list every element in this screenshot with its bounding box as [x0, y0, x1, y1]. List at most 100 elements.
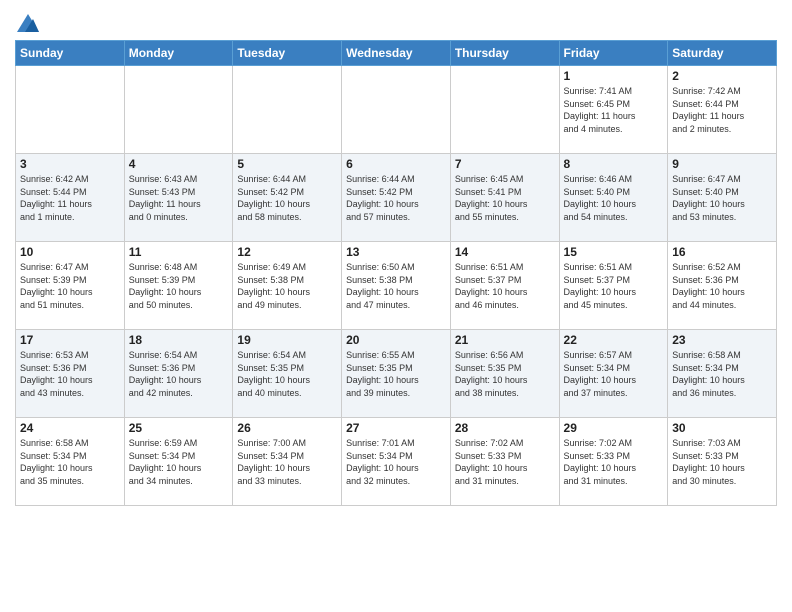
- calendar-cell: 9 Sunrise: 6:47 AM Sunset: 5:40 PM Daylig…: [668, 154, 777, 242]
- calendar-cell: 4 Sunrise: 6:43 AM Sunset: 5:43 PM Daylig…: [124, 154, 233, 242]
- calendar-week-row: 17 Sunrise: 6:53 AM Sunset: 5:36 PM Dayli…: [16, 330, 777, 418]
- calendar-cell: 16Sunrise: 6:52 AM Sunset: 5:36 PM Dayli…: [668, 242, 777, 330]
- calendar-cell: 18Sunrise: 6:54 AM Sunset: 5:36 PM Dayli…: [124, 330, 233, 418]
- calendar-week-row: 1Sunrise: 7:41 AM Sunset: 6:45 PM Daylig…: [16, 66, 777, 154]
- day-number: 8: [564, 157, 664, 171]
- day-info: Sunrise: 7:03 AM Sunset: 5:33 PM Dayligh…: [672, 437, 772, 487]
- day-number: 15: [564, 245, 664, 259]
- calendar-cell: 13Sunrise: 6:50 AM Sunset: 5:38 PM Dayli…: [342, 242, 451, 330]
- calendar-cell: 15 Sunrise: 6:51 AM Sunset: 5:37 PM Dayli…: [559, 242, 668, 330]
- calendar-week-row: 24 Sunrise: 6:58 AM Sunset: 5:34 PM Dayli…: [16, 418, 777, 506]
- calendar-cell: 20 Sunrise: 6:55 AM Sunset: 5:35 PM Dayli…: [342, 330, 451, 418]
- calendar-cell: [233, 66, 342, 154]
- day-number: 11: [129, 245, 229, 259]
- calendar-week-row: 3Sunrise: 6:42 AM Sunset: 5:44 PM Daylig…: [16, 154, 777, 242]
- day-info: Sunrise: 6:59 AM Sunset: 5:34 PM Dayligh…: [129, 437, 229, 487]
- day-number: 5: [237, 157, 337, 171]
- weekday-header-sunday: Sunday: [16, 41, 125, 66]
- calendar-cell: 29 Sunrise: 7:02 AM Sunset: 5:33 PM Dayli…: [559, 418, 668, 506]
- day-info: Sunrise: 6:44 AM Sunset: 5:42 PM Dayligh…: [346, 173, 446, 223]
- day-info: Sunrise: 6:55 AM Sunset: 5:35 PM Dayligh…: [346, 349, 446, 399]
- calendar-cell: 28 Sunrise: 7:02 AM Sunset: 5:33 PM Dayli…: [450, 418, 559, 506]
- day-number: 17: [20, 333, 120, 347]
- day-number: 19: [237, 333, 337, 347]
- page-container: SundayMondayTuesdayWednesdayThursdayFrid…: [0, 0, 792, 516]
- calendar-cell: 17 Sunrise: 6:53 AM Sunset: 5:36 PM Dayli…: [16, 330, 125, 418]
- calendar-cell: 10Sunrise: 6:47 AM Sunset: 5:39 PM Dayli…: [16, 242, 125, 330]
- calendar-cell: 7Sunrise: 6:45 AM Sunset: 5:41 PM Daylig…: [450, 154, 559, 242]
- day-number: 9: [672, 157, 772, 171]
- weekday-header-row: SundayMondayTuesdayWednesdayThursdayFrid…: [16, 41, 777, 66]
- calendar-table: SundayMondayTuesdayWednesdayThursdayFrid…: [15, 40, 777, 506]
- calendar-cell: 11 Sunrise: 6:48 AM Sunset: 5:39 PM Dayli…: [124, 242, 233, 330]
- day-info: Sunrise: 6:45 AM Sunset: 5:41 PM Dayligh…: [455, 173, 555, 223]
- calendar-cell: 19 Sunrise: 6:54 AM Sunset: 5:35 PM Dayli…: [233, 330, 342, 418]
- day-number: 24: [20, 421, 120, 435]
- weekday-header-thursday: Thursday: [450, 41, 559, 66]
- day-number: 2: [672, 69, 772, 83]
- calendar-cell: 30 Sunrise: 7:03 AM Sunset: 5:33 PM Dayli…: [668, 418, 777, 506]
- calendar-cell: 3Sunrise: 6:42 AM Sunset: 5:44 PM Daylig…: [16, 154, 125, 242]
- day-info: Sunrise: 7:42 AM Sunset: 6:44 PM Dayligh…: [672, 85, 772, 135]
- day-info: Sunrise: 6:58 AM Sunset: 5:34 PM Dayligh…: [672, 349, 772, 399]
- calendar-cell: 23 Sunrise: 6:58 AM Sunset: 5:34 PM Dayli…: [668, 330, 777, 418]
- calendar-cell: [124, 66, 233, 154]
- weekday-header-saturday: Saturday: [668, 41, 777, 66]
- day-info: Sunrise: 7:02 AM Sunset: 5:33 PM Dayligh…: [564, 437, 664, 487]
- day-info: Sunrise: 6:54 AM Sunset: 5:36 PM Dayligh…: [129, 349, 229, 399]
- day-info: Sunrise: 6:46 AM Sunset: 5:40 PM Dayligh…: [564, 173, 664, 223]
- day-info: Sunrise: 6:51 AM Sunset: 5:37 PM Dayligh…: [455, 261, 555, 311]
- calendar-cell: 5 Sunrise: 6:44 AM Sunset: 5:42 PM Daylig…: [233, 154, 342, 242]
- calendar-cell: [16, 66, 125, 154]
- weekday-header-monday: Monday: [124, 41, 233, 66]
- day-info: Sunrise: 6:47 AM Sunset: 5:40 PM Dayligh…: [672, 173, 772, 223]
- calendar-cell: 8 Sunrise: 6:46 AM Sunset: 5:40 PM Daylig…: [559, 154, 668, 242]
- day-info: Sunrise: 6:43 AM Sunset: 5:43 PM Dayligh…: [129, 173, 229, 223]
- calendar-cell: 22 Sunrise: 6:57 AM Sunset: 5:34 PM Dayli…: [559, 330, 668, 418]
- day-number: 29: [564, 421, 664, 435]
- day-info: Sunrise: 7:01 AM Sunset: 5:34 PM Dayligh…: [346, 437, 446, 487]
- calendar-cell: 14 Sunrise: 6:51 AM Sunset: 5:37 PM Dayli…: [450, 242, 559, 330]
- day-number: 20: [346, 333, 446, 347]
- day-info: Sunrise: 7:02 AM Sunset: 5:33 PM Dayligh…: [455, 437, 555, 487]
- day-info: Sunrise: 6:51 AM Sunset: 5:37 PM Dayligh…: [564, 261, 664, 311]
- calendar-cell: 24 Sunrise: 6:58 AM Sunset: 5:34 PM Dayli…: [16, 418, 125, 506]
- day-number: 28: [455, 421, 555, 435]
- day-info: Sunrise: 6:57 AM Sunset: 5:34 PM Dayligh…: [564, 349, 664, 399]
- day-info: Sunrise: 6:44 AM Sunset: 5:42 PM Dayligh…: [237, 173, 337, 223]
- day-info: Sunrise: 6:48 AM Sunset: 5:39 PM Dayligh…: [129, 261, 229, 311]
- calendar-cell: 12Sunrise: 6:49 AM Sunset: 5:38 PM Dayli…: [233, 242, 342, 330]
- day-info: Sunrise: 7:00 AM Sunset: 5:34 PM Dayligh…: [237, 437, 337, 487]
- calendar-week-row: 10Sunrise: 6:47 AM Sunset: 5:39 PM Dayli…: [16, 242, 777, 330]
- day-number: 23: [672, 333, 772, 347]
- day-number: 21: [455, 333, 555, 347]
- day-number: 4: [129, 157, 229, 171]
- calendar-cell: [342, 66, 451, 154]
- day-info: Sunrise: 6:58 AM Sunset: 5:34 PM Dayligh…: [20, 437, 120, 487]
- weekday-header-wednesday: Wednesday: [342, 41, 451, 66]
- calendar-cell: 6Sunrise: 6:44 AM Sunset: 5:42 PM Daylig…: [342, 154, 451, 242]
- calendar-cell: 2 Sunrise: 7:42 AM Sunset: 6:44 PM Daylig…: [668, 66, 777, 154]
- day-info: Sunrise: 6:56 AM Sunset: 5:35 PM Dayligh…: [455, 349, 555, 399]
- day-info: Sunrise: 6:50 AM Sunset: 5:38 PM Dayligh…: [346, 261, 446, 311]
- calendar-cell: 25 Sunrise: 6:59 AM Sunset: 5:34 PM Dayli…: [124, 418, 233, 506]
- day-info: Sunrise: 6:52 AM Sunset: 5:36 PM Dayligh…: [672, 261, 772, 311]
- day-info: Sunrise: 6:47 AM Sunset: 5:39 PM Dayligh…: [20, 261, 120, 311]
- day-info: Sunrise: 6:54 AM Sunset: 5:35 PM Dayligh…: [237, 349, 337, 399]
- day-number: 22: [564, 333, 664, 347]
- calendar-cell: 21 Sunrise: 6:56 AM Sunset: 5:35 PM Dayli…: [450, 330, 559, 418]
- day-number: 27: [346, 421, 446, 435]
- logo: [15, 14, 39, 34]
- weekday-header-tuesday: Tuesday: [233, 41, 342, 66]
- day-info: Sunrise: 7:41 AM Sunset: 6:45 PM Dayligh…: [564, 85, 664, 135]
- day-info: Sunrise: 6:53 AM Sunset: 5:36 PM Dayligh…: [20, 349, 120, 399]
- header: [15, 10, 777, 34]
- calendar-cell: 27 Sunrise: 7:01 AM Sunset: 5:34 PM Dayli…: [342, 418, 451, 506]
- day-info: Sunrise: 6:42 AM Sunset: 5:44 PM Dayligh…: [20, 173, 120, 223]
- calendar-cell: [450, 66, 559, 154]
- calendar-cell: 1Sunrise: 7:41 AM Sunset: 6:45 PM Daylig…: [559, 66, 668, 154]
- day-number: 25: [129, 421, 229, 435]
- day-number: 30: [672, 421, 772, 435]
- weekday-header-friday: Friday: [559, 41, 668, 66]
- day-number: 14: [455, 245, 555, 259]
